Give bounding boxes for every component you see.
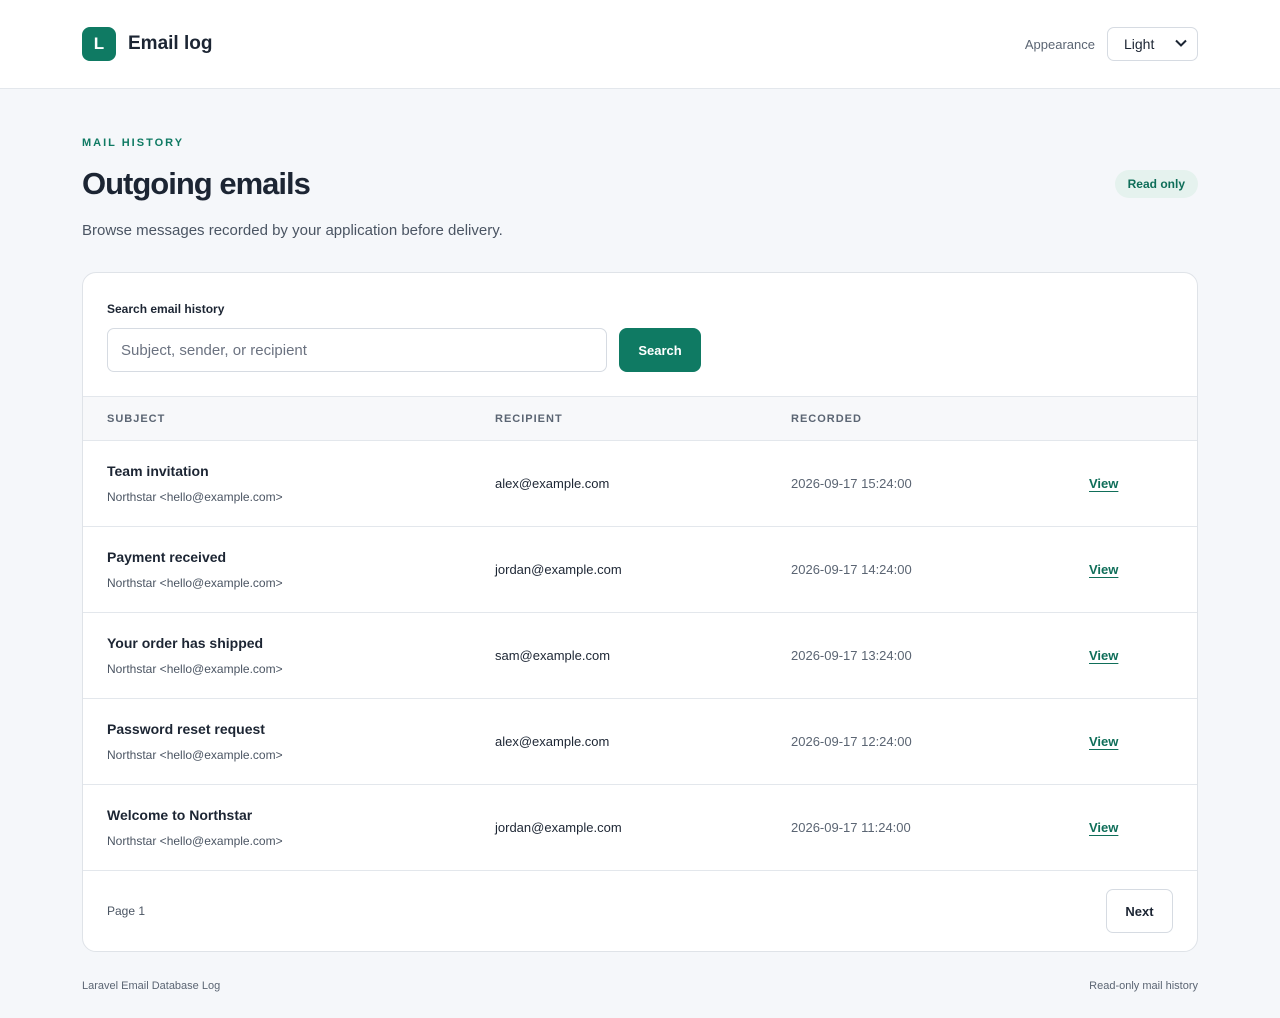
appearance-select-value: Light (1124, 36, 1155, 52)
table-row: Your order has shipped Northstar <hello@… (83, 613, 1197, 699)
email-recorded: 2026-09-17 11:24:00 (791, 820, 911, 835)
subject-cell: Team invitation Northstar <hello@example… (83, 441, 495, 527)
email-sender: Northstar <hello@example.com> (107, 662, 283, 676)
page-eyebrow: MAIL HISTORY (82, 137, 185, 149)
search-input[interactable] (107, 328, 607, 372)
email-recorded: 2026-09-17 14:24:00 (791, 562, 912, 577)
email-sender: Northstar <hello@example.com> (107, 834, 283, 848)
email-subject: Your order has shipped (107, 635, 264, 651)
page-title: Outgoing emails (82, 166, 311, 201)
table-row: Welcome to Northstar Northstar <hello@ex… (83, 785, 1197, 871)
actions-cell: View (1089, 441, 1197, 527)
actions-cell: View (1089, 699, 1197, 785)
brand: L Email log (82, 27, 212, 61)
app-logo: L (82, 27, 116, 61)
email-recorded: 2026-09-17 12:24:00 (791, 734, 912, 749)
table-body: Team invitation Northstar <hello@example… (83, 441, 1197, 871)
subject-cell: Welcome to Northstar Northstar <hello@ex… (83, 785, 495, 871)
appearance-control: Appearance Light (1025, 27, 1198, 61)
subject-cell: Password reset request Northstar <hello@… (83, 699, 495, 785)
appearance-select[interactable]: Light (1107, 27, 1198, 61)
email-recorded: 2026-09-17 15:24:00 (791, 476, 912, 491)
email-recipient: jordan@example.com (495, 820, 622, 835)
top-bar: L Email log Appearance Light (0, 0, 1280, 89)
email-table: SUBJECT RECIPIENT RECORDED Team invitati… (83, 396, 1197, 871)
email-sender: Northstar <hello@example.com> (107, 490, 283, 504)
main-content: MAIL HISTORY Outgoing emails Read only B… (0, 89, 1280, 952)
view-link[interactable]: View (1089, 820, 1118, 835)
actions-cell: View (1089, 613, 1197, 699)
table-row: Team invitation Northstar <hello@example… (83, 441, 1197, 527)
actions-cell: View (1089, 785, 1197, 871)
email-recorded: 2026-09-17 13:24:00 (791, 648, 912, 663)
table-header: SUBJECT RECIPIENT RECORDED (83, 396, 1197, 441)
page-indicator: Page 1 (107, 904, 146, 918)
view-link[interactable]: View (1089, 562, 1118, 577)
email-subject: Team invitation (107, 463, 209, 479)
view-link[interactable]: View (1089, 476, 1118, 491)
next-page-button[interactable]: Next (1106, 889, 1173, 933)
view-link[interactable]: View (1089, 734, 1118, 749)
table-row: Password reset request Northstar <hello@… (83, 699, 1197, 785)
pagination: Page 1 Next (83, 871, 1197, 951)
actions-cell: View (1089, 527, 1197, 613)
email-subject: Payment received (107, 549, 227, 565)
search-button[interactable]: Search (619, 328, 701, 372)
email-subject: Password reset request (107, 721, 265, 737)
subject-cell: Payment received Northstar <hello@exampl… (83, 527, 495, 613)
email-recipient: alex@example.com (495, 734, 610, 749)
column-header-actions (1089, 397, 1197, 441)
email-sender: Northstar <hello@example.com> (107, 748, 283, 762)
appearance-label: Appearance (1024, 36, 1095, 52)
email-recipient: sam@example.com (495, 648, 611, 663)
title-row: Outgoing emails Read only (82, 166, 1198, 202)
status-badge: Read only (1114, 170, 1198, 198)
email-sender: Northstar <hello@example.com> (107, 576, 283, 590)
search-row: Search (107, 328, 1173, 372)
view-link[interactable]: View (1089, 648, 1118, 663)
chevron-down-icon (1175, 38, 1187, 50)
subject-cell: Your order has shipped Northstar <hello@… (83, 613, 495, 699)
column-header-recorded: RECORDED (791, 412, 862, 425)
page-footer: Laravel Email Database Log Read-only mai… (0, 952, 1280, 992)
app-title: Email log (128, 33, 213, 54)
table-row: Payment received Northstar <hello@exampl… (83, 527, 1197, 613)
email-subject: Welcome to Northstar (107, 807, 253, 823)
email-recipient: jordan@example.com (495, 562, 622, 577)
search-area: Search email history Search (83, 273, 1197, 396)
footer-left-text: Laravel Email Database Log (82, 980, 221, 992)
email-recipient: alex@example.com (495, 476, 610, 491)
footer-right-text: Read-only mail history (1089, 980, 1198, 992)
page-subtitle: Browse messages recorded by your applica… (82, 222, 503, 239)
search-label: Search email history (107, 302, 225, 316)
column-header-recipient: RECIPIENT (495, 412, 563, 425)
email-log-card: Search email history Search SUBJECT RECI… (82, 272, 1198, 952)
column-header-subject: SUBJECT (107, 412, 166, 425)
table-header-row: SUBJECT RECIPIENT RECORDED (83, 396, 1197, 441)
